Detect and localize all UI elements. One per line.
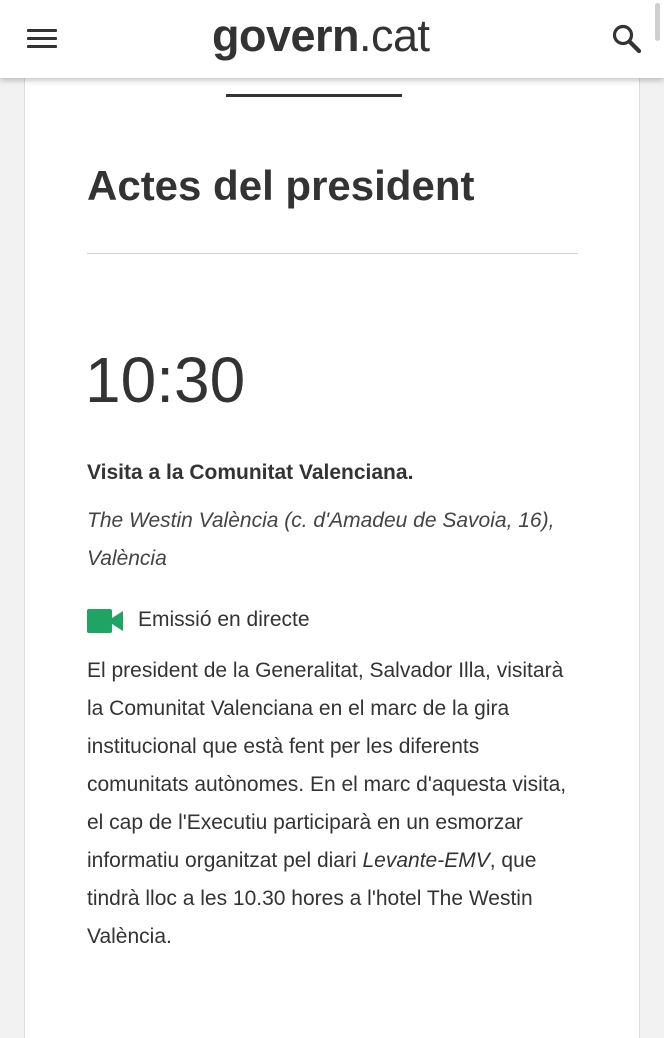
event-description: El president de la Generalitat, Salvador… bbox=[87, 652, 571, 956]
page-title: Actes del president bbox=[87, 162, 475, 209]
logo-suffix-text: .cat bbox=[359, 10, 430, 61]
search-icon bbox=[612, 24, 642, 54]
event-location: The Westin València (c. d'Amadeu de Savo… bbox=[87, 509, 555, 570]
site-header: govern.cat bbox=[0, 0, 664, 78]
event-title: Visita a la Comunitat Valenciana. bbox=[87, 461, 414, 484]
newspaper-name: Levante-EMV bbox=[362, 849, 490, 872]
scrollbar-thumb[interactable] bbox=[655, 3, 660, 41]
live-stream-label: Emissió en directe bbox=[138, 608, 310, 631]
hamburger-menu-icon bbox=[27, 29, 57, 32]
search-button[interactable] bbox=[610, 22, 644, 56]
event-time: 10:30 bbox=[85, 344, 246, 416]
menu-button[interactable] bbox=[27, 26, 57, 52]
title-divider bbox=[87, 253, 578, 254]
video-camera-icon bbox=[87, 609, 123, 633]
govern-cat-logo[interactable]: govern.cat bbox=[212, 6, 430, 66]
description-text: El president de la Generalitat, Salvador… bbox=[87, 659, 567, 872]
logo-main-text: govern bbox=[212, 10, 360, 61]
section-top-bar bbox=[226, 94, 402, 97]
content-card: Actes del president 10:30 Visita a la Co… bbox=[24, 78, 640, 1038]
